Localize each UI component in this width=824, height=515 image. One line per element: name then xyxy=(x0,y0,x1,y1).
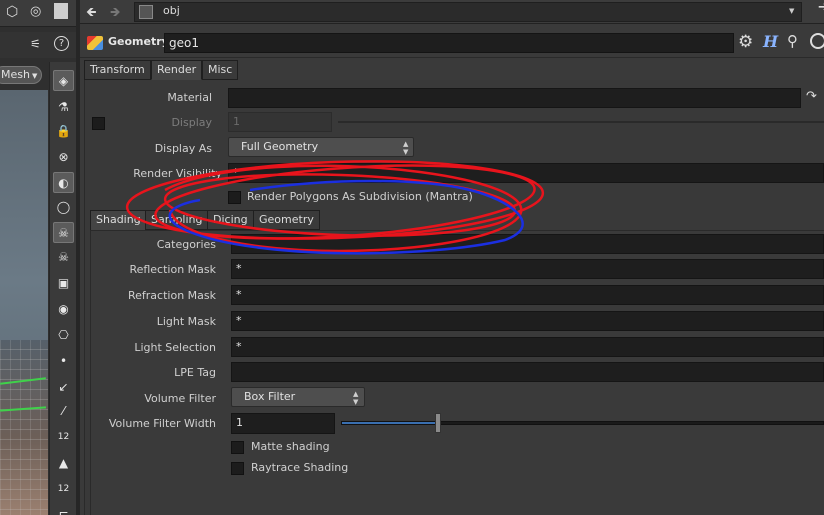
light-selection-label: Light Selection xyxy=(134,341,216,354)
shading-mode-icon[interactable]: ◎ xyxy=(30,4,41,19)
gear-icon[interactable]: ⚙ xyxy=(738,32,753,52)
material-label: Material xyxy=(167,91,212,104)
viewport-toolbar: ⬡ ◎ xyxy=(0,0,76,27)
chevron-down-icon[interactable]: ▼ xyxy=(789,7,794,15)
camera-icon[interactable]: ⎔ xyxy=(53,324,74,345)
viewport-tool-column: ◈ ⚗ 🔒 ⊗ ◐ ◯ ☠ ☠ ▣ ◉ ⎔ • ↙ ⁄ 12 ▲ 12 ⌐ xyxy=(49,62,76,515)
viewport-grid xyxy=(0,340,48,515)
jump-to-operator-icon[interactable]: ↷ xyxy=(806,89,817,104)
skull-alt-icon[interactable]: ☠ xyxy=(53,246,74,267)
cube-icon[interactable]: ⬡ xyxy=(6,4,18,20)
select-tool-icon[interactable]: ⚗ xyxy=(53,96,74,117)
dropdown-arrows-icon: ▲ ▼ xyxy=(403,140,409,156)
info-icon[interactable] xyxy=(810,33,824,49)
arrow-icon[interactable]: ↙ xyxy=(53,376,74,397)
node-type-label: Geometry xyxy=(108,35,169,48)
brush-icon[interactable]: ⁄ xyxy=(53,400,74,421)
layout-icon[interactable] xyxy=(54,3,68,19)
render-subdivision-checkbox[interactable] xyxy=(228,191,241,204)
volume-filter-width-label: Volume Filter Width xyxy=(108,417,216,430)
light-mask-label: Light Mask xyxy=(156,315,216,328)
node-name-input[interactable]: geo1 xyxy=(164,33,734,53)
geometry-node-icon xyxy=(87,36,103,50)
tab-sampling[interactable]: Sampling xyxy=(145,210,209,230)
light-icon[interactable]: ◐ xyxy=(53,172,74,193)
tab-misc[interactable]: Misc xyxy=(202,60,239,80)
twelve-alt-icon[interactable]: 12 xyxy=(53,478,74,499)
display-field[interactable]: 1 xyxy=(228,112,332,132)
render-visibility-label: Render Visibility xyxy=(133,167,222,180)
reflection-mask-label: Reflection Mask xyxy=(129,263,216,276)
display-label: Display xyxy=(171,116,212,129)
volume-filter-width-slider-handle[interactable] xyxy=(434,413,441,433)
view-tool-icon[interactable]: ◈ xyxy=(53,70,74,91)
categories-label: Categories xyxy=(156,238,216,251)
lpe-tag-label: LPE Tag xyxy=(174,366,216,379)
mesh-selector[interactable]: Mesh ▼ xyxy=(0,66,42,84)
matte-shading-checkbox[interactable] xyxy=(231,441,244,454)
back-arrow-icon[interactable]: 🡸 xyxy=(86,3,97,25)
light-selection-field[interactable]: * xyxy=(231,337,824,357)
spline-icon[interactable]: ⌐ xyxy=(53,502,74,515)
lock-icon[interactable]: 🔒 xyxy=(53,120,74,141)
volume-filter-label: Volume Filter xyxy=(144,392,216,405)
skull-icon[interactable]: ☠ xyxy=(53,222,74,243)
refraction-mask-label: Refraction Mask xyxy=(128,289,216,302)
snap-icon[interactable]: ◯ xyxy=(53,196,74,217)
display-options-icon[interactable]: ⚟ xyxy=(30,37,41,51)
paint-icon[interactable]: ▲ xyxy=(53,452,74,473)
obj-network-icon xyxy=(139,5,153,19)
volume-filter-width-field[interactable]: 1 xyxy=(231,413,335,434)
tab-geometry[interactable]: Geometry xyxy=(253,210,320,230)
tab-transform[interactable]: Transform xyxy=(84,60,151,80)
volume-filter-width-slider-track[interactable] xyxy=(341,421,824,425)
categories-field[interactable] xyxy=(231,234,824,254)
pane-menu-icon[interactable]: ➔ xyxy=(818,0,824,15)
display-slider-track[interactable] xyxy=(338,121,824,123)
eye-icon[interactable]: ◉ xyxy=(53,298,74,319)
material-field[interactable] xyxy=(228,88,801,108)
forward-arrow-icon[interactable]: 🡺 xyxy=(110,3,121,25)
volume-filter-value: Box Filter xyxy=(244,390,296,403)
reflection-mask-field[interactable]: * xyxy=(231,259,824,279)
chevron-down-icon: ▼ xyxy=(31,72,38,80)
display-as-value: Full Geometry xyxy=(241,140,319,153)
volume-filter-dropdown[interactable]: Box Filter ▲ ▼ xyxy=(231,387,365,407)
tab-render[interactable]: Render xyxy=(151,60,203,80)
tab-dicing[interactable]: Dicing xyxy=(207,210,254,230)
point-icon[interactable]: • xyxy=(53,350,74,371)
search-icon[interactable]: ⚲ xyxy=(787,32,798,50)
help-icon[interactable]: ? xyxy=(54,36,69,51)
twelve-icon[interactable]: 12 xyxy=(53,426,74,447)
lpe-tag-field[interactable] xyxy=(231,362,824,382)
mesh-selector-label: Mesh xyxy=(1,68,30,81)
display-as-dropdown[interactable]: Full Geometry ▲ ▼ xyxy=(228,137,414,157)
render-subdivision-label: Render Polygons As Subdivision (Mantra) xyxy=(247,190,473,203)
refraction-mask-field[interactable]: * xyxy=(231,285,824,305)
render-visibility-field[interactable]: * xyxy=(228,163,824,183)
tab-shading[interactable]: Shading xyxy=(90,210,147,231)
display-as-label: Display As xyxy=(154,142,212,155)
raytrace-shading-label: Raytrace Shading xyxy=(251,461,349,474)
volume-filter-width-slider-fill xyxy=(342,422,439,424)
raytrace-shading-checkbox[interactable] xyxy=(231,462,244,475)
display-icon[interactable]: ▣ xyxy=(53,272,74,293)
path-field[interactable]: ▼ xyxy=(134,2,802,22)
pane-divider[interactable] xyxy=(76,0,80,515)
path-text: obj xyxy=(163,4,180,17)
matte-shading-label: Matte shading xyxy=(251,440,330,453)
help-h-icon[interactable]: H xyxy=(763,32,778,51)
ghost-icon[interactable]: ⊗ xyxy=(53,146,74,167)
light-mask-field[interactable]: * xyxy=(231,311,824,331)
dropdown-arrows-icon: ▲ ▼ xyxy=(353,390,359,406)
viewport-header-row: ⚟ ? xyxy=(0,32,76,58)
